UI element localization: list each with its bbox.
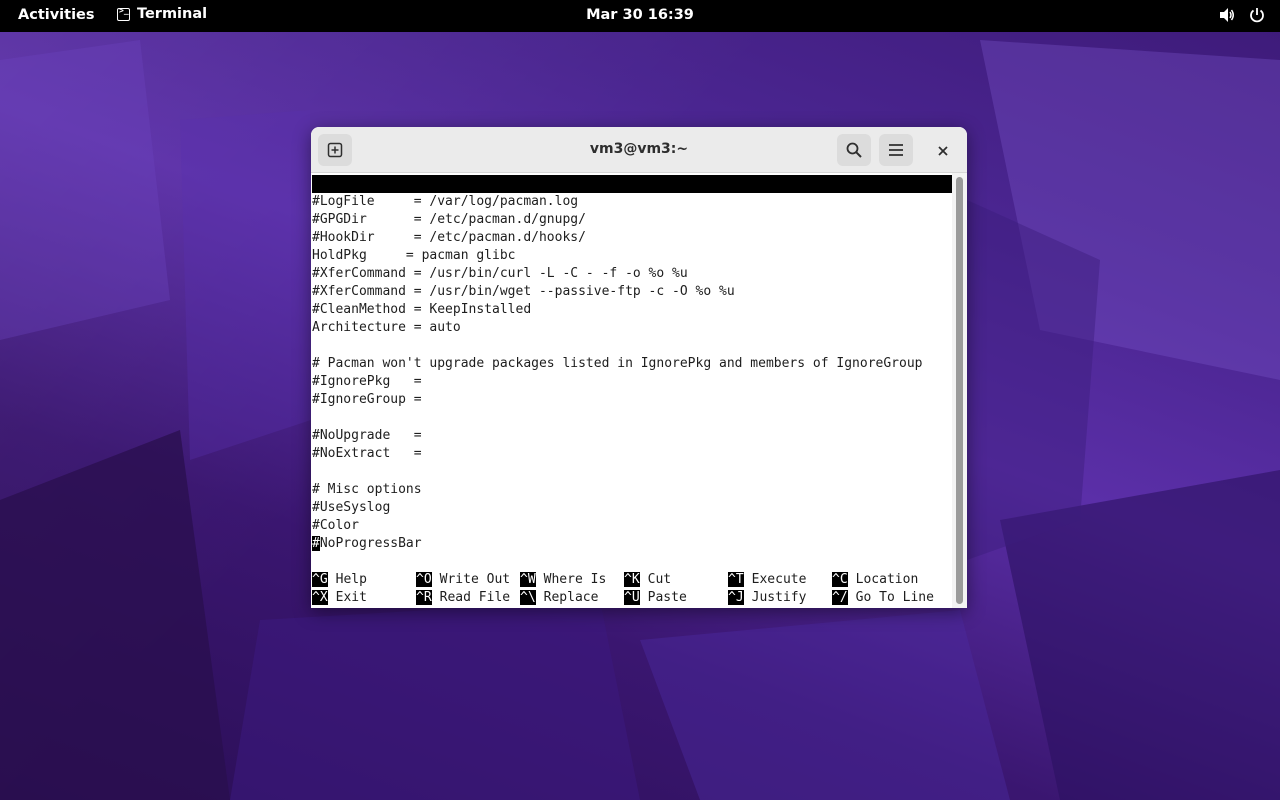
new-tab-button[interactable] — [318, 134, 352, 166]
shortcut-cut[interactable]: ^K Cut — [624, 571, 671, 589]
close-button[interactable] — [931, 139, 955, 163]
new-tab-icon — [327, 142, 343, 158]
shortcut-label: Replace — [543, 590, 599, 605]
header-bar[interactable]: vm3@vm3:~ — [311, 127, 967, 173]
shortcut-label: Paste — [647, 590, 687, 605]
scrollbar-thumb[interactable] — [956, 177, 963, 604]
clock[interactable]: Mar 30 16:39 — [586, 7, 694, 23]
search-icon — [846, 142, 862, 158]
app-menu-terminal[interactable]: Terminal — [117, 6, 207, 22]
shortcut-label: Location — [855, 572, 919, 587]
shortcut-label: Execute — [751, 572, 807, 587]
file-line: #NoUpgrade = — [312, 428, 422, 443]
shortcut-label: Help — [335, 572, 367, 587]
shortcut-row: ^G Help ^O Write Out ^W Where Is ^K Cut ^T Ex… — [312, 571, 952, 589]
shortcut-key: ^R — [416, 590, 432, 605]
system-tray[interactable] — [1218, 6, 1266, 24]
file-line: #XferCommand = /usr/bin/wget --passive-f… — [312, 284, 735, 299]
shortcut-write-out[interactable]: ^O Write Out — [416, 571, 510, 589]
shortcut-key: ^J — [728, 590, 744, 605]
file-line: #GPGDir = /etc/pacman.d/gnupg/ — [312, 212, 586, 227]
file-line: #UseSyslog — [312, 500, 391, 515]
shortcut-where-is[interactable]: ^W Where Is — [520, 571, 606, 589]
nano-shortcut-bar: ^G Help ^O Write Out ^W Where Is ^K Cut ^T Ex… — [312, 571, 952, 607]
shortcut-key: ^O — [416, 572, 432, 587]
terminal-area[interactable]: GNU nano 7.2 /etc/pacman.conf #LogFile =… — [311, 173, 952, 608]
power-icon[interactable] — [1248, 6, 1266, 24]
shortcut-key: ^T — [728, 572, 744, 587]
shortcut-label: Cut — [647, 572, 672, 587]
shortcut-exit[interactable]: ^X Exit — [312, 589, 367, 607]
window-title: vm3@vm3:~ — [589, 141, 689, 157]
shortcut-key: ^G — [312, 572, 328, 587]
shortcut-label: Exit — [335, 590, 367, 605]
terminal-window: vm3@vm3:~ GNU nano 7.2 /etc/pacman.conf … — [311, 127, 967, 608]
file-line-current: #NoProgressBar — [312, 535, 952, 553]
top-bar: Activities Terminal Mar 30 16:39 — [0, 0, 1280, 32]
shortcut-key: ^/ — [832, 590, 848, 605]
file-line: #IgnoreGroup = — [312, 392, 422, 407]
shortcut-replace[interactable]: ^\ Replace — [520, 589, 598, 607]
file-line: #LogFile = /var/log/pacman.log — [312, 194, 579, 209]
file-content[interactable]: #LogFile = /var/log/pacman.log #GPGDir =… — [312, 193, 952, 553]
file-line: # Misc options — [312, 482, 422, 497]
file-line — [312, 337, 952, 355]
file-line: #XferCommand = /usr/bin/curl -L -C - -f … — [312, 266, 688, 281]
main-menu-button[interactable] — [879, 134, 913, 166]
file-line — [312, 463, 952, 481]
close-icon — [938, 146, 948, 156]
shortcut-go-to-line[interactable]: ^/ Go To Line — [832, 589, 934, 607]
file-line: #HookDir = /etc/pacman.d/hooks/ — [312, 230, 586, 245]
shortcut-label: Where Is — [543, 572, 607, 587]
shortcut-justify[interactable]: ^J Justify — [728, 589, 806, 607]
shortcut-read-file[interactable]: ^R Read File — [416, 589, 510, 607]
shortcut-execute[interactable]: ^T Execute — [728, 571, 806, 589]
file-line — [312, 409, 952, 427]
shortcut-key: ^C — [832, 572, 848, 587]
shortcut-key: ^U — [624, 590, 640, 605]
activities-button[interactable]: Activities — [18, 7, 95, 23]
shortcut-help[interactable]: ^G Help — [312, 571, 367, 589]
file-line: # Pacman won't upgrade packages listed i… — [312, 356, 923, 371]
search-button[interactable] — [837, 134, 871, 166]
text-cursor: # — [312, 536, 320, 551]
shortcut-key: ^W — [520, 572, 536, 587]
file-line: #Color — [312, 518, 359, 533]
terminal-app-icon — [117, 6, 130, 21]
shortcut-location[interactable]: ^C Location — [832, 571, 918, 589]
shortcut-key: ^\ — [520, 590, 536, 605]
shortcut-key: ^K — [624, 572, 640, 587]
hamburger-menu-icon — [889, 144, 903, 156]
shortcut-key: ^X — [312, 590, 328, 605]
shortcut-label: Write Out — [439, 572, 511, 587]
shortcut-label: Read File — [439, 590, 511, 605]
cursor-line-text: NoProgressBar — [319, 536, 422, 551]
file-line: #NoExtract = — [312, 446, 422, 461]
volume-icon[interactable] — [1218, 6, 1236, 24]
file-line: HoldPkg = pacman glibc — [312, 248, 516, 263]
file-line: Architecture = auto — [312, 320, 461, 335]
shortcut-row: ^X Exit ^R Read File ^\ Replace ^U Paste ^J J… — [312, 589, 952, 607]
terminal-scrollbar[interactable] — [952, 173, 967, 608]
nano-title-bar: GNU nano 7.2 /etc/pacman.conf — [312, 175, 952, 227]
shortcut-label: Go To Line — [855, 590, 934, 605]
shortcut-paste[interactable]: ^U Paste — [624, 589, 687, 607]
app-menu-label: Terminal — [137, 6, 208, 22]
file-line: #CleanMethod = KeepInstalled — [312, 302, 532, 317]
shortcut-label: Justify — [751, 590, 807, 605]
file-line: #IgnorePkg = — [312, 374, 422, 389]
